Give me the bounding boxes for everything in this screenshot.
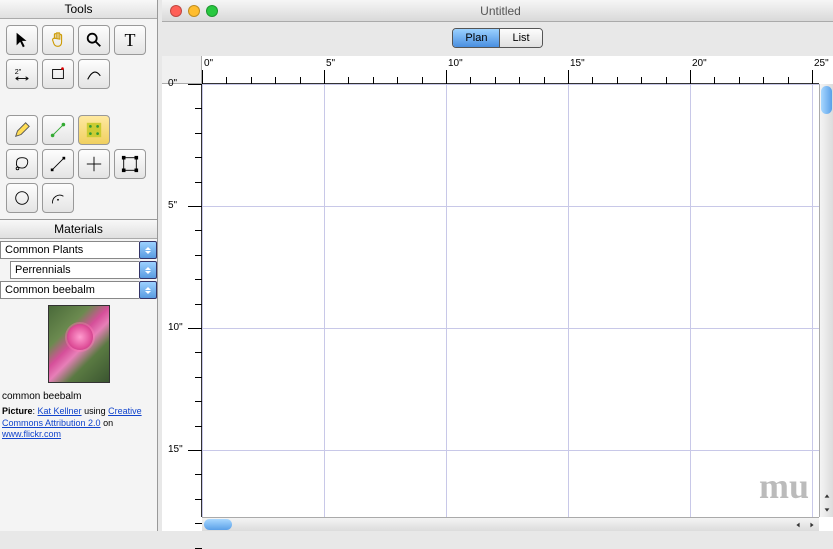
crosshair-icon bbox=[85, 155, 103, 173]
vertical-scrollbar[interactable] bbox=[819, 84, 833, 517]
hand-icon bbox=[49, 31, 67, 49]
credit-on: on bbox=[101, 418, 114, 428]
rectangle-icon bbox=[49, 65, 67, 83]
combo-stepper-icon[interactable] bbox=[139, 281, 157, 299]
materials-subcategory-combo[interactable]: Perrennials bbox=[10, 261, 157, 279]
tab-plan[interactable]: Plan bbox=[453, 29, 499, 47]
materials-plant-combo[interactable]: Common beebalm bbox=[0, 281, 157, 299]
path-icon bbox=[49, 121, 67, 139]
window-titlebar: Untitled bbox=[162, 0, 833, 22]
materials-section: Materials Common Plants Perrennials Comm… bbox=[0, 219, 157, 443]
plant-caption: common beebalm bbox=[0, 389, 157, 404]
line-icon bbox=[49, 155, 67, 173]
main-area: Untitled Plan List 0" 5" 10" 15" 20" 25" 0" 5"… bbox=[162, 0, 833, 531]
arc-icon bbox=[49, 189, 67, 207]
materials-title: Materials bbox=[0, 220, 157, 239]
hscroll-thumb[interactable] bbox=[204, 519, 232, 530]
window-title: Untitled bbox=[168, 4, 833, 18]
pattern-tool[interactable] bbox=[78, 115, 110, 145]
drawing-canvas[interactable] bbox=[202, 84, 819, 517]
horizontal-ruler: 0"5"10"15"20"25" bbox=[202, 56, 819, 84]
tools-draw-grid bbox=[0, 109, 157, 219]
tools-main-grid: T 2" bbox=[0, 19, 157, 95]
curve-tool[interactable] bbox=[78, 59, 110, 89]
vertical-ruler: 0"5"10"15" bbox=[162, 84, 202, 517]
plant-photo bbox=[48, 305, 110, 383]
ruler-h-label: 25" bbox=[814, 58, 829, 69]
left-panel: Tools T 2" Materials Common Plants Perre… bbox=[0, 0, 158, 531]
ruler-v-label: 0" bbox=[168, 78, 177, 89]
rectangle-tool[interactable] bbox=[42, 59, 74, 89]
view-mode-segment: Plan List bbox=[452, 28, 542, 48]
pointer-tool[interactable] bbox=[6, 25, 38, 55]
credit-author-link[interactable]: Kat Kellner bbox=[38, 406, 82, 416]
ruler-v-label: 15" bbox=[168, 444, 183, 455]
tab-list[interactable]: List bbox=[499, 29, 541, 47]
bounds-icon bbox=[121, 155, 139, 173]
ruler-h-label: 5" bbox=[326, 58, 335, 69]
crosshair-tool[interactable] bbox=[78, 149, 110, 179]
text-tool[interactable]: T bbox=[114, 25, 146, 55]
chevron-down-icon bbox=[823, 506, 831, 514]
zoom-tool[interactable] bbox=[78, 25, 110, 55]
chevron-right-icon bbox=[808, 521, 816, 529]
pan-tool[interactable] bbox=[42, 25, 74, 55]
magnifier-icon bbox=[85, 31, 103, 49]
path-tool[interactable] bbox=[42, 115, 74, 145]
lasso-icon bbox=[13, 155, 31, 173]
ruler-h-label: 15" bbox=[570, 58, 585, 69]
materials-category-combo[interactable]: Common Plants bbox=[0, 241, 157, 259]
pointer-icon bbox=[13, 31, 31, 49]
horizontal-scrollbar[interactable] bbox=[202, 517, 819, 531]
circle-icon bbox=[13, 189, 31, 207]
plant-credit: Picture: Kat Kellner using Creative Comm… bbox=[0, 404, 157, 443]
chevron-left-icon bbox=[794, 521, 802, 529]
chevron-up-icon bbox=[823, 492, 831, 500]
credit-site-link[interactable]: www.flickr.com bbox=[2, 429, 61, 439]
text-icon: T bbox=[125, 30, 136, 51]
pencil-tool[interactable] bbox=[6, 115, 38, 145]
vscroll-up-button[interactable] bbox=[820, 489, 833, 503]
mode-switch-area: Plan List bbox=[162, 22, 833, 52]
credit-label: Picture bbox=[2, 406, 33, 416]
combo-stepper-icon[interactable] bbox=[139, 241, 157, 259]
pattern-icon bbox=[85, 121, 103, 139]
pencil-icon bbox=[13, 121, 31, 139]
ruler-v-label: 5" bbox=[168, 200, 177, 211]
credit-using: using bbox=[82, 406, 109, 416]
dimension-tool[interactable]: 2" bbox=[6, 59, 38, 89]
ruler-h-label: 10" bbox=[448, 58, 463, 69]
ruler-h-label: 0" bbox=[204, 58, 213, 69]
canvas-wrap: 0" 5" 10" 15" 20" 25" 0" 5" 10" 15" bbox=[162, 56, 833, 531]
bounds-tool[interactable] bbox=[114, 149, 146, 179]
combo-stepper-icon[interactable] bbox=[139, 261, 157, 279]
arc-tool[interactable] bbox=[42, 183, 74, 213]
hscroll-right-button[interactable] bbox=[805, 518, 819, 531]
circle-tool[interactable] bbox=[6, 183, 38, 213]
vscroll-down-button[interactable] bbox=[820, 503, 833, 517]
line-tool[interactable] bbox=[42, 149, 74, 179]
ruler-h-label: 20" bbox=[692, 58, 707, 69]
hscroll-left-button[interactable] bbox=[791, 518, 805, 531]
ruler-v-label: 10" bbox=[168, 322, 183, 333]
tools-title: Tools bbox=[0, 0, 157, 19]
materials-plant-value: Common beebalm bbox=[0, 281, 139, 299]
vscroll-thumb[interactable] bbox=[821, 86, 832, 114]
svg-text:2": 2" bbox=[15, 67, 22, 76]
materials-subcategory-value: Perrennials bbox=[10, 261, 139, 279]
lasso-tool[interactable] bbox=[6, 149, 38, 179]
materials-category-value: Common Plants bbox=[0, 241, 139, 259]
curve-icon bbox=[85, 65, 103, 83]
dimension-icon: 2" bbox=[13, 65, 31, 83]
